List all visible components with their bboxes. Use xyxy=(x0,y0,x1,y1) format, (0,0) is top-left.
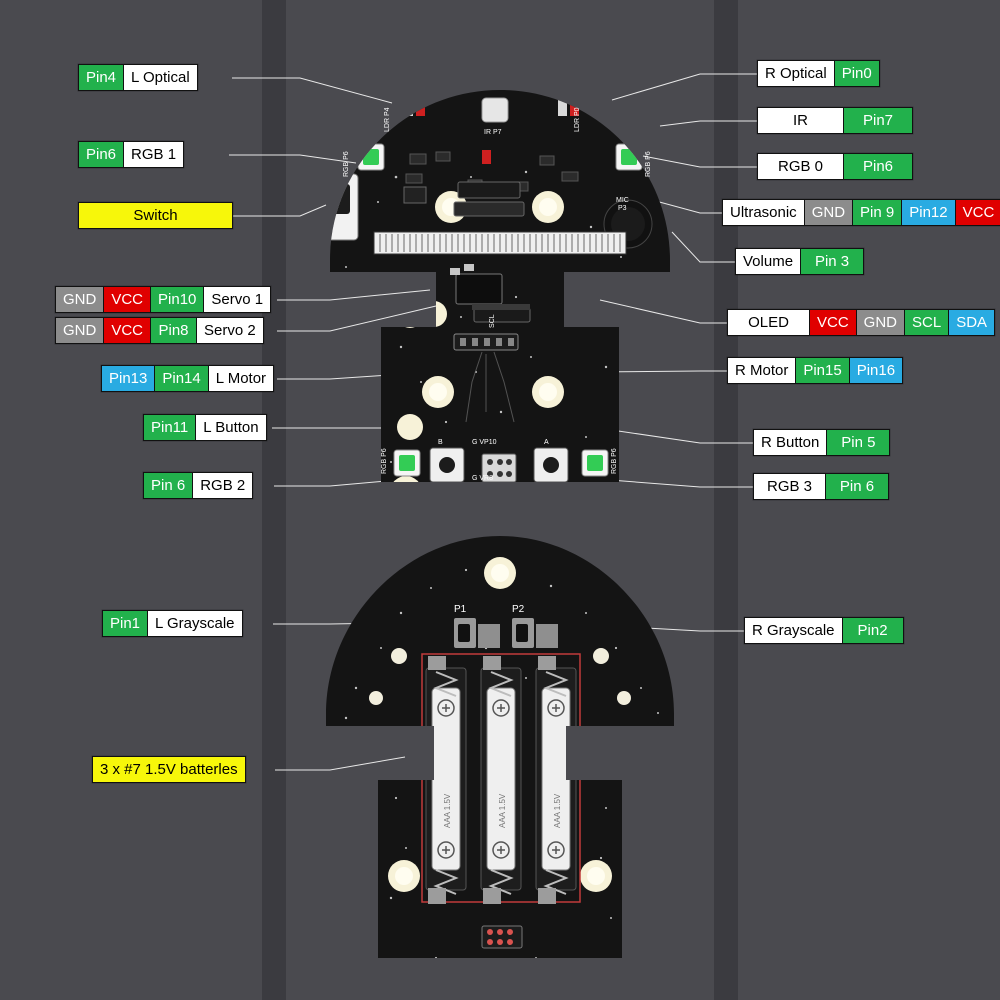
label-text: L Button xyxy=(196,415,266,440)
label-text: R Motor xyxy=(728,358,797,383)
label-text: OLED xyxy=(728,310,810,335)
label-text: L Motor xyxy=(208,366,274,391)
svg-text:RGB P6: RGB P6 xyxy=(645,151,652,177)
label-text: L Optical xyxy=(124,65,197,90)
label-text: R Button xyxy=(754,430,828,455)
pin-chip: Pin1 xyxy=(103,611,149,636)
svg-text:AAA 1.5V: AAA 1.5V xyxy=(443,793,452,828)
pin-chip: Pin11 xyxy=(144,415,197,440)
svg-text:P1: P1 xyxy=(454,604,467,615)
label-text: RGB 2 xyxy=(193,473,253,498)
label-servo-2[interactable]: GND VCC Pin8 Servo 2 xyxy=(55,317,264,344)
gnd-chip: GND xyxy=(804,200,854,225)
left-sidebar-strip xyxy=(262,0,286,1000)
gnd-chip: GND xyxy=(856,310,906,335)
label-l-grayscale[interactable]: Pin1 L Grayscale xyxy=(102,610,243,637)
label-text: Servo 1 xyxy=(204,287,271,312)
svg-text:G VP10: G VP10 xyxy=(472,439,497,446)
pin-chip: Pin7 xyxy=(844,108,912,133)
pin-chip: Pin10 xyxy=(151,287,205,312)
svg-text:A: A xyxy=(544,439,549,446)
pin-chip: Pin 6 xyxy=(826,474,888,499)
right-sidebar-strip xyxy=(714,0,738,1000)
svg-text:RGB P6: RGB P6 xyxy=(343,151,350,177)
svg-text:P2: P2 xyxy=(512,604,525,615)
pin-chip: Pin2 xyxy=(842,618,903,643)
svg-text:IR P7: IR P7 xyxy=(484,129,502,136)
label-r-optical[interactable]: R Optical Pin0 xyxy=(757,60,880,87)
label-text: RGB 1 xyxy=(124,142,184,167)
vcc-chip: VCC xyxy=(104,287,152,312)
svg-text:RGB P6: RGB P6 xyxy=(611,448,618,474)
label-text: Volume xyxy=(736,249,802,274)
label-text: Ultrasonic xyxy=(723,200,805,225)
label-l-motor[interactable]: Pin13 Pin14 L Motor xyxy=(101,365,275,392)
svg-text:RGB P6: RGB P6 xyxy=(381,448,388,474)
label-text: L Grayscale xyxy=(148,611,242,636)
svg-text:SCL: SCL xyxy=(489,314,496,328)
pin-chip: Pin6 xyxy=(844,154,912,179)
svg-text:AAA 1.5V: AAA 1.5V xyxy=(553,793,562,828)
label-text: R Grayscale xyxy=(745,618,843,643)
svg-text:P3: P3 xyxy=(618,205,627,212)
pin-chip: Pin4 xyxy=(79,65,125,90)
board-top-view: LDR P4 IR P7 LDR P0 RGB P6 RGB P6 MIC P3… xyxy=(330,90,670,482)
sda-chip: SDA xyxy=(949,310,995,335)
label-text: Servo 2 xyxy=(197,318,263,343)
label-text: Switch xyxy=(79,203,232,228)
label-text: RGB 3 xyxy=(754,474,826,499)
gnd-chip: GND xyxy=(56,318,105,343)
pin-chip: Pin13 xyxy=(102,366,156,391)
svg-text:G VR8: G VR8 xyxy=(472,475,493,482)
pin-chip: Pin8 xyxy=(151,318,198,343)
label-r-grayscale[interactable]: R Grayscale Pin2 xyxy=(744,617,904,644)
svg-text:LDR P4: LDR P4 xyxy=(384,107,391,132)
label-rgb-0[interactable]: RGB 0 Pin6 xyxy=(757,153,913,180)
pin-chip: Pin12 xyxy=(902,200,956,225)
pin-chip: Pin0 xyxy=(834,61,879,86)
label-volume[interactable]: Volume Pin 3 xyxy=(735,248,865,275)
label-ir[interactable]: IR Pin7 xyxy=(757,107,913,134)
label-r-button[interactable]: R Button Pin 5 xyxy=(753,429,891,456)
label-ultrasonic[interactable]: Ultrasonic GND Pin 9 Pin12 VCC xyxy=(722,199,1000,226)
label-text: IR xyxy=(758,108,844,133)
gnd-chip: GND xyxy=(56,287,105,312)
label-servo-1[interactable]: GND VCC Pin10 Servo 1 xyxy=(55,286,272,313)
label-oled[interactable]: OLED VCC GND SCL SDA xyxy=(727,309,996,336)
label-text: 3 x #7 1.5V batterles xyxy=(93,757,245,782)
label-l-optical[interactable]: Pin4 L Optical xyxy=(78,64,198,91)
svg-text:B: B xyxy=(438,439,443,446)
pin-chip: Pin6 xyxy=(79,142,125,167)
label-rgb-1[interactable]: Pin6 RGB 1 xyxy=(78,141,185,168)
pin-chip: Pin 3 xyxy=(801,249,864,274)
board-bottom-view: P1 P2 AAA 1.5V AAA 1.5V AAA 1.5V xyxy=(326,536,674,958)
label-text: R Optical xyxy=(758,61,835,86)
label-r-motor[interactable]: R Motor Pin15 Pin16 xyxy=(727,357,904,384)
label-rgb-2[interactable]: Pin 6 RGB 2 xyxy=(143,472,254,499)
pin-chip: Pin15 xyxy=(796,358,850,383)
label-l-button[interactable]: Pin11 L Button xyxy=(143,414,267,441)
svg-text:MIC: MIC xyxy=(616,197,629,204)
svg-text:AAA 1.5V: AAA 1.5V xyxy=(498,793,507,828)
label-rgb-3[interactable]: RGB 3 Pin 6 xyxy=(753,473,889,500)
label-switch[interactable]: Switch xyxy=(78,202,233,229)
vcc-chip: VCC xyxy=(955,200,1000,225)
pin-chip: Pin 6 xyxy=(144,473,194,498)
label-text: RGB 0 xyxy=(758,154,844,179)
svg-text:LDR P0: LDR P0 xyxy=(574,107,581,132)
pin-chip: Pin 5 xyxy=(827,430,890,455)
vcc-chip: VCC xyxy=(104,318,152,343)
pin-chip: Pin14 xyxy=(155,366,209,391)
vcc-chip: VCC xyxy=(810,310,857,335)
scl-chip: SCL xyxy=(905,310,950,335)
label-batteries[interactable]: 3 x #7 1.5V batterles xyxy=(92,756,246,783)
pin-chip: Pin16 xyxy=(849,358,903,383)
pin-chip: Pin 9 xyxy=(853,200,903,225)
